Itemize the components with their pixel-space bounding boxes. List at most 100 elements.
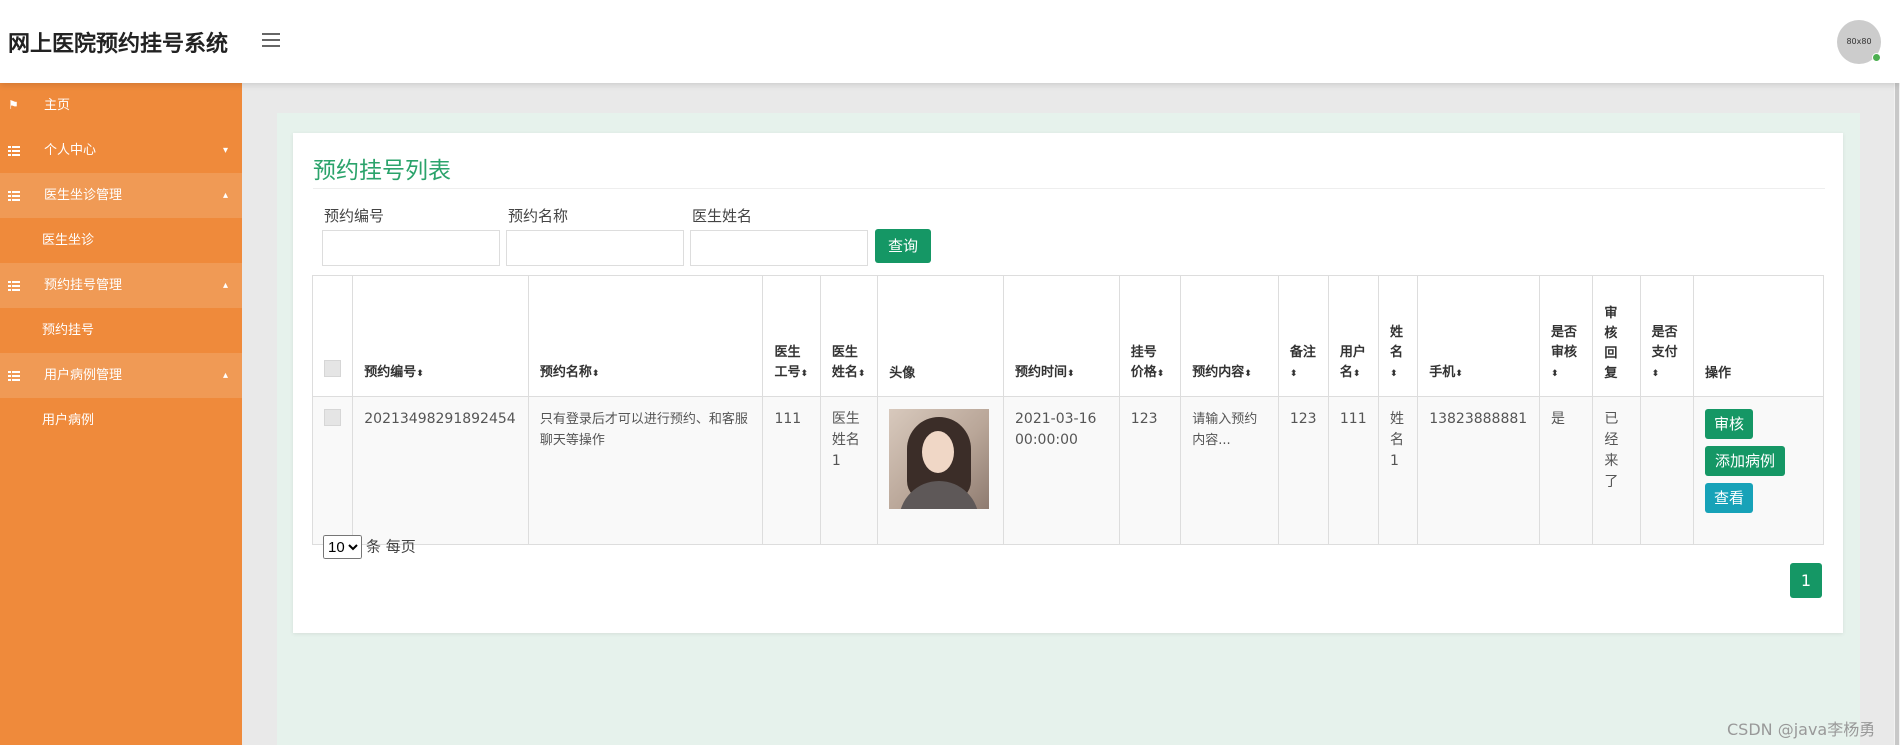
- booking-no-input[interactable]: [322, 230, 500, 266]
- watermark: CSDN @java李杨勇: [1727, 720, 1876, 739]
- sidebar-item-case-management[interactable]: 用户病例管理 ▴: [0, 353, 242, 398]
- sidebar-item-booking-management[interactable]: 预约挂号管理 ▴: [0, 263, 242, 308]
- sort-icon: ⬍: [1156, 369, 1165, 379]
- sort-icon: ⬍: [591, 369, 600, 379]
- column-header[interactable]: 备注⬍: [1277, 275, 1329, 397]
- sort-icon: ⬍: [1389, 369, 1398, 379]
- column-header[interactable]: 预约编号⬍: [352, 275, 529, 397]
- sort-icon: ⬍: [416, 369, 424, 379]
- column-header[interactable]: 预约名称⬍: [527, 275, 764, 397]
- scrollbar-thumb[interactable]: [1895, 55, 1899, 745]
- top-bar: 网上医院预约挂号系统 80x80: [0, 0, 1900, 83]
- column-header[interactable]: 医生工号⬍: [762, 275, 821, 397]
- add-case-button[interactable]: 添加病例: [1705, 446, 1785, 476]
- column-header[interactable]: 是否审核⬍: [1538, 275, 1594, 397]
- chevron-up-icon: ▴: [222, 190, 228, 201]
- field-label: 医生姓名: [692, 207, 753, 225]
- cell-reviewed: 是: [1538, 396, 1594, 545]
- cell-phone: 13823888881: [1417, 396, 1540, 545]
- cell-username: 111: [1327, 396, 1379, 545]
- column-header[interactable]: 手机⬍: [1417, 275, 1540, 397]
- booking-list-card: 预约挂号列表 预约编号 预约名称 医生姓名 查询 预约编号⬍ 预约名称⬍ 医生工…: [293, 133, 1843, 633]
- online-status-icon: [1872, 53, 1881, 62]
- sidebar: ⚑ 主页 个人中心 ▾ 医生坐诊管理 ▴ 医生坐诊 预约挂号管理 ▴ 预约挂号 …: [0, 83, 242, 745]
- sidebar-item-label: 预约挂号管理: [44, 278, 123, 293]
- sidebar-item-label: 用户病例: [42, 413, 95, 428]
- flag-icon: ⚑: [8, 98, 19, 112]
- sort-icon: ⬍: [1244, 369, 1252, 379]
- sort-icon: ⬍: [1651, 369, 1660, 379]
- cell-name: 姓名1: [1377, 396, 1419, 545]
- column-header[interactable]: 预约内容⬍: [1180, 275, 1279, 397]
- column-header[interactable]: 姓名⬍: [1377, 275, 1419, 397]
- cell-doctor-id: 111: [762, 396, 821, 545]
- search-field-booking-no: 预约编号: [322, 205, 500, 266]
- booking-table: 预约编号⬍ 预约名称⬍ 医生工号⬍ 医生姓名⬍ 头像 预约时间⬍ 挂号价格⬍ 预…: [311, 275, 1824, 545]
- cell-price: 123: [1118, 396, 1182, 545]
- booking-name-input[interactable]: [506, 230, 684, 266]
- sort-icon: ⬍: [800, 369, 808, 379]
- row-checkbox[interactable]: [324, 409, 341, 426]
- sidebar-item-doctor-consult[interactable]: 医生坐诊: [0, 218, 242, 263]
- sort-icon: ⬍: [1352, 369, 1361, 379]
- sort-icon: ⬍: [1067, 369, 1075, 379]
- sidebar-item-user-cases[interactable]: 用户病例: [0, 398, 242, 443]
- sort-icon: ⬍: [1289, 369, 1298, 379]
- select-all-checkbox[interactable]: [324, 360, 341, 377]
- chevron-up-icon: ▴: [222, 280, 228, 291]
- field-label: 预约名称: [508, 207, 569, 225]
- page-size-control: 10条 每页: [323, 535, 416, 559]
- grid-icon: [8, 173, 20, 218]
- doctor-name-input[interactable]: [690, 230, 868, 266]
- sidebar-item-label: 医生坐诊: [42, 233, 95, 248]
- chevron-up-icon: ▴: [222, 370, 228, 381]
- sort-icon: ⬍: [1551, 369, 1559, 379]
- column-header[interactable]: 预约时间⬍: [1003, 275, 1120, 397]
- sidebar-item-doctor-management[interactable]: 医生坐诊管理 ▴: [0, 173, 242, 218]
- sidebar-item-personal-center[interactable]: 个人中心 ▾: [0, 128, 242, 173]
- cell-paid: [1639, 396, 1695, 545]
- sort-icon: ⬍: [857, 369, 866, 379]
- divider: [313, 188, 1825, 189]
- page-size-select[interactable]: 10: [323, 535, 362, 559]
- search-field-booking-name: 预约名称: [506, 205, 684, 266]
- cell-booking-name: 只有登录后才可以进行预约、和客服聊天等操作: [527, 396, 764, 545]
- sidebar-item-label: 用户病例管理: [44, 368, 123, 383]
- cell-review-reply: 已经来了: [1592, 396, 1641, 545]
- sort-icon: ⬍: [1455, 369, 1463, 379]
- sidebar-item-home[interactable]: ⚑ 主页: [0, 83, 242, 128]
- menu-toggle-icon[interactable]: [262, 33, 280, 47]
- doctor-photo: [889, 409, 990, 509]
- column-header[interactable]: 用户名⬍: [1327, 275, 1379, 397]
- sidebar-item-booking[interactable]: 预约挂号: [0, 308, 242, 353]
- sidebar-item-label: 医生坐诊管理: [44, 188, 123, 203]
- cell-doctor-name: 医生姓名1: [819, 396, 879, 545]
- column-header[interactable]: 医生姓名⬍: [819, 275, 879, 397]
- cell-booking-no: 20213498291892454: [352, 396, 529, 545]
- table-header-row: 预约编号⬍ 预约名称⬍ 医生工号⬍ 医生姓名⬍ 头像 预约时间⬍ 挂号价格⬍ 预…: [311, 275, 1824, 397]
- page-button-current[interactable]: 1: [1790, 563, 1822, 598]
- sidebar-item-label: 主页: [44, 98, 71, 113]
- column-header: 头像: [877, 275, 1005, 397]
- app-title: 网上医院预约挂号系统: [8, 32, 229, 57]
- view-button[interactable]: 查看: [1705, 483, 1753, 513]
- sidebar-item-label: 个人中心: [44, 143, 97, 158]
- search-field-doctor-name: 医生姓名: [690, 205, 868, 266]
- review-button[interactable]: 审核: [1705, 409, 1753, 439]
- page-size-suffix: 条 每页: [366, 537, 416, 556]
- page-scrollbar[interactable]: [1894, 45, 1900, 745]
- cell-photo: [877, 396, 1005, 545]
- cell-booking-time: 2021-03-16 00:00:00: [1003, 396, 1120, 545]
- column-header: 审核回复: [1592, 275, 1641, 397]
- sidebar-item-label: 预约挂号: [42, 323, 95, 338]
- page-title: 预约挂号列表: [313, 158, 451, 184]
- search-button[interactable]: 查询: [875, 229, 931, 263]
- column-header[interactable]: 挂号价格⬍: [1118, 275, 1182, 397]
- column-header[interactable]: 是否支付⬍: [1639, 275, 1695, 397]
- field-label: 预约编号: [324, 207, 385, 225]
- cell-actions: 审核 添加病例 查看: [1693, 396, 1824, 545]
- cell-content: 请输入预约内容...: [1180, 396, 1279, 545]
- row-select-cell: [311, 396, 354, 545]
- table-row: 20213498291892454 只有登录后才可以进行预约、和客服聊天等操作 …: [311, 396, 1824, 545]
- avatar[interactable]: 80x80: [1837, 20, 1881, 64]
